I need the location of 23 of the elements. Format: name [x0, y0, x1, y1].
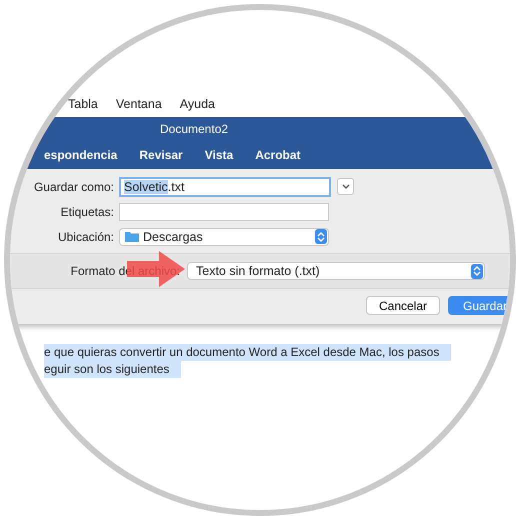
field-label: Guardar como:	[32, 180, 115, 194]
window-title: Documento2	[160, 122, 230, 136]
document-text: eguir son los siguientes	[44, 361, 182, 378]
format-popup[interactable]: Texto sin formato (.txt)	[187, 262, 485, 280]
input-field[interactable]	[119, 202, 329, 220]
document-text: e que quieras convertir un documento Word a Excel desde Mac, los pasos	[44, 344, 452, 361]
location-popup[interactable]: Descargas	[119, 228, 329, 246]
chevron-down-icon	[342, 184, 350, 190]
input-field[interactable]: Solvetic.txt	[119, 176, 331, 196]
stepper-icon	[471, 264, 483, 278]
stepper-icon	[315, 229, 327, 244]
ribbon-tab[interactable]: Acrobat	[255, 148, 301, 162]
menu-item[interactable]: Ventana	[116, 97, 162, 115]
menu-item[interactable]: Tabla	[68, 97, 98, 115]
ribbon-tab[interactable]: Revisar	[139, 148, 183, 162]
ribbon-tab[interactable]: Vista	[204, 148, 234, 162]
ribbon-tab[interactable]: espondencia	[44, 148, 118, 162]
expand-button[interactable]	[337, 178, 354, 195]
field-label: Ubicación:	[56, 230, 115, 244]
menu-item[interactable]: Ayuda	[180, 97, 215, 115]
folder-icon	[125, 231, 139, 242]
field-label: Etiquetas:	[60, 204, 115, 218]
cancel-button[interactable]: Cancelar	[366, 296, 440, 315]
